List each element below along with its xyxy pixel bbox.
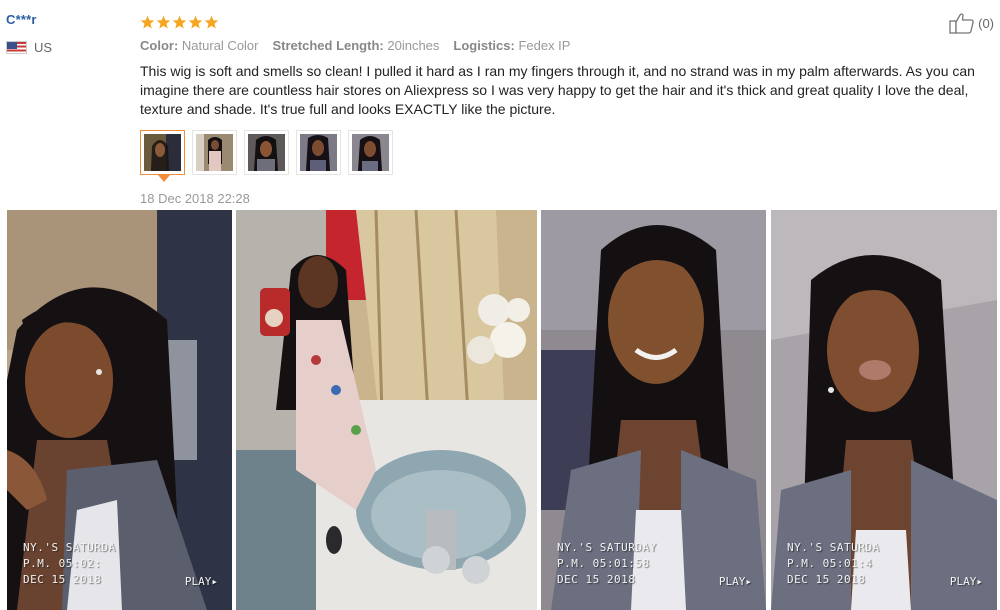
- star-icon: [172, 15, 187, 28]
- attribute-value: Natural Color: [181, 37, 259, 53]
- reviewer-name[interactable]: C***r: [6, 12, 126, 27]
- overlay-line: P.M. 05:01:4: [787, 557, 873, 570]
- reviewer-info: C***r US: [6, 12, 126, 55]
- attribute-label: Stretched Length:: [272, 37, 384, 53]
- review-date: 18 Dec 2018 22:28: [140, 191, 250, 206]
- us-flag-icon: [6, 41, 27, 54]
- overlay-line: NY.'S SATURDAY: [557, 541, 657, 554]
- star-icon: [140, 15, 155, 28]
- attribute-logistics: Logistics: Fedex IP: [453, 38, 570, 53]
- review-thumbnail[interactable]: [296, 130, 341, 175]
- review-thumbnail[interactable]: [140, 130, 185, 182]
- overlay-line: DEC 15 2018: [23, 573, 102, 586]
- attribute-length: Stretched Length: 20inches: [273, 38, 440, 53]
- photo-timestamp-overlay: NY.'S SATURDA P.M. 05:01:4 DEC 15 2018: [787, 540, 880, 588]
- review-photo[interactable]: NY.'S SATURDAY P.M. 05:01:58 DEC 15 2018…: [541, 210, 766, 610]
- overlay-line: DEC 15 2018: [557, 573, 636, 586]
- review-photo[interactable]: NY.'S SATURDA P.M. 05:02: DEC 15 2018 PL…: [7, 210, 232, 610]
- selected-caret-icon: [158, 175, 170, 182]
- country-label: US: [34, 40, 53, 55]
- overlay-line: P.M. 05:02:: [23, 557, 102, 570]
- photo-timestamp-overlay: NY.'S SATURDA P.M. 05:02: DEC 15 2018: [23, 540, 116, 588]
- star-icon: [156, 15, 171, 28]
- review-thumbnails: [140, 130, 990, 182]
- product-attributes: Color: Natural Color Stretched Length: 2…: [140, 36, 990, 54]
- play-label: PLAY▸: [184, 575, 218, 588]
- attribute-color: Color: Natural Color: [140, 38, 259, 53]
- reviewer-country: US: [6, 40, 126, 55]
- review-content: Color: Natural Color Stretched Length: 2…: [140, 12, 990, 182]
- overlay-line: NY.'S SATURDA: [787, 541, 880, 554]
- photo-timestamp-overlay: NY.'S SATURDAY P.M. 05:01:58 DEC 15 2018: [557, 540, 657, 588]
- review-photo-gallery: NY.'S SATURDA P.M. 05:02: DEC 15 2018 PL…: [7, 210, 997, 610]
- review-thumbnail[interactable]: [244, 130, 289, 175]
- overlay-line: NY.'S SATURDA: [23, 541, 116, 554]
- attribute-label: Logistics:: [453, 37, 515, 53]
- star-icon: [188, 15, 203, 28]
- overlay-line: P.M. 05:01:58: [557, 557, 650, 570]
- attribute-value: Fedex IP: [518, 37, 571, 53]
- play-label: PLAY▸: [718, 575, 752, 588]
- star-icon: [204, 15, 219, 28]
- review-photo[interactable]: [236, 210, 537, 610]
- review-thumbnail[interactable]: [192, 130, 237, 175]
- overlay-line: DEC 15 2018: [787, 573, 866, 586]
- review-text: This wig is soft and smells so clean! I …: [140, 63, 975, 117]
- play-label: PLAY▸: [949, 575, 983, 588]
- attribute-label: Color:: [140, 37, 179, 53]
- star-rating: [140, 12, 990, 32]
- review-photo[interactable]: NY.'S SATURDA P.M. 05:01:4 DEC 15 2018 P…: [771, 210, 997, 610]
- attribute-value: 20inches: [387, 37, 440, 53]
- review-thumbnail[interactable]: [348, 130, 393, 175]
